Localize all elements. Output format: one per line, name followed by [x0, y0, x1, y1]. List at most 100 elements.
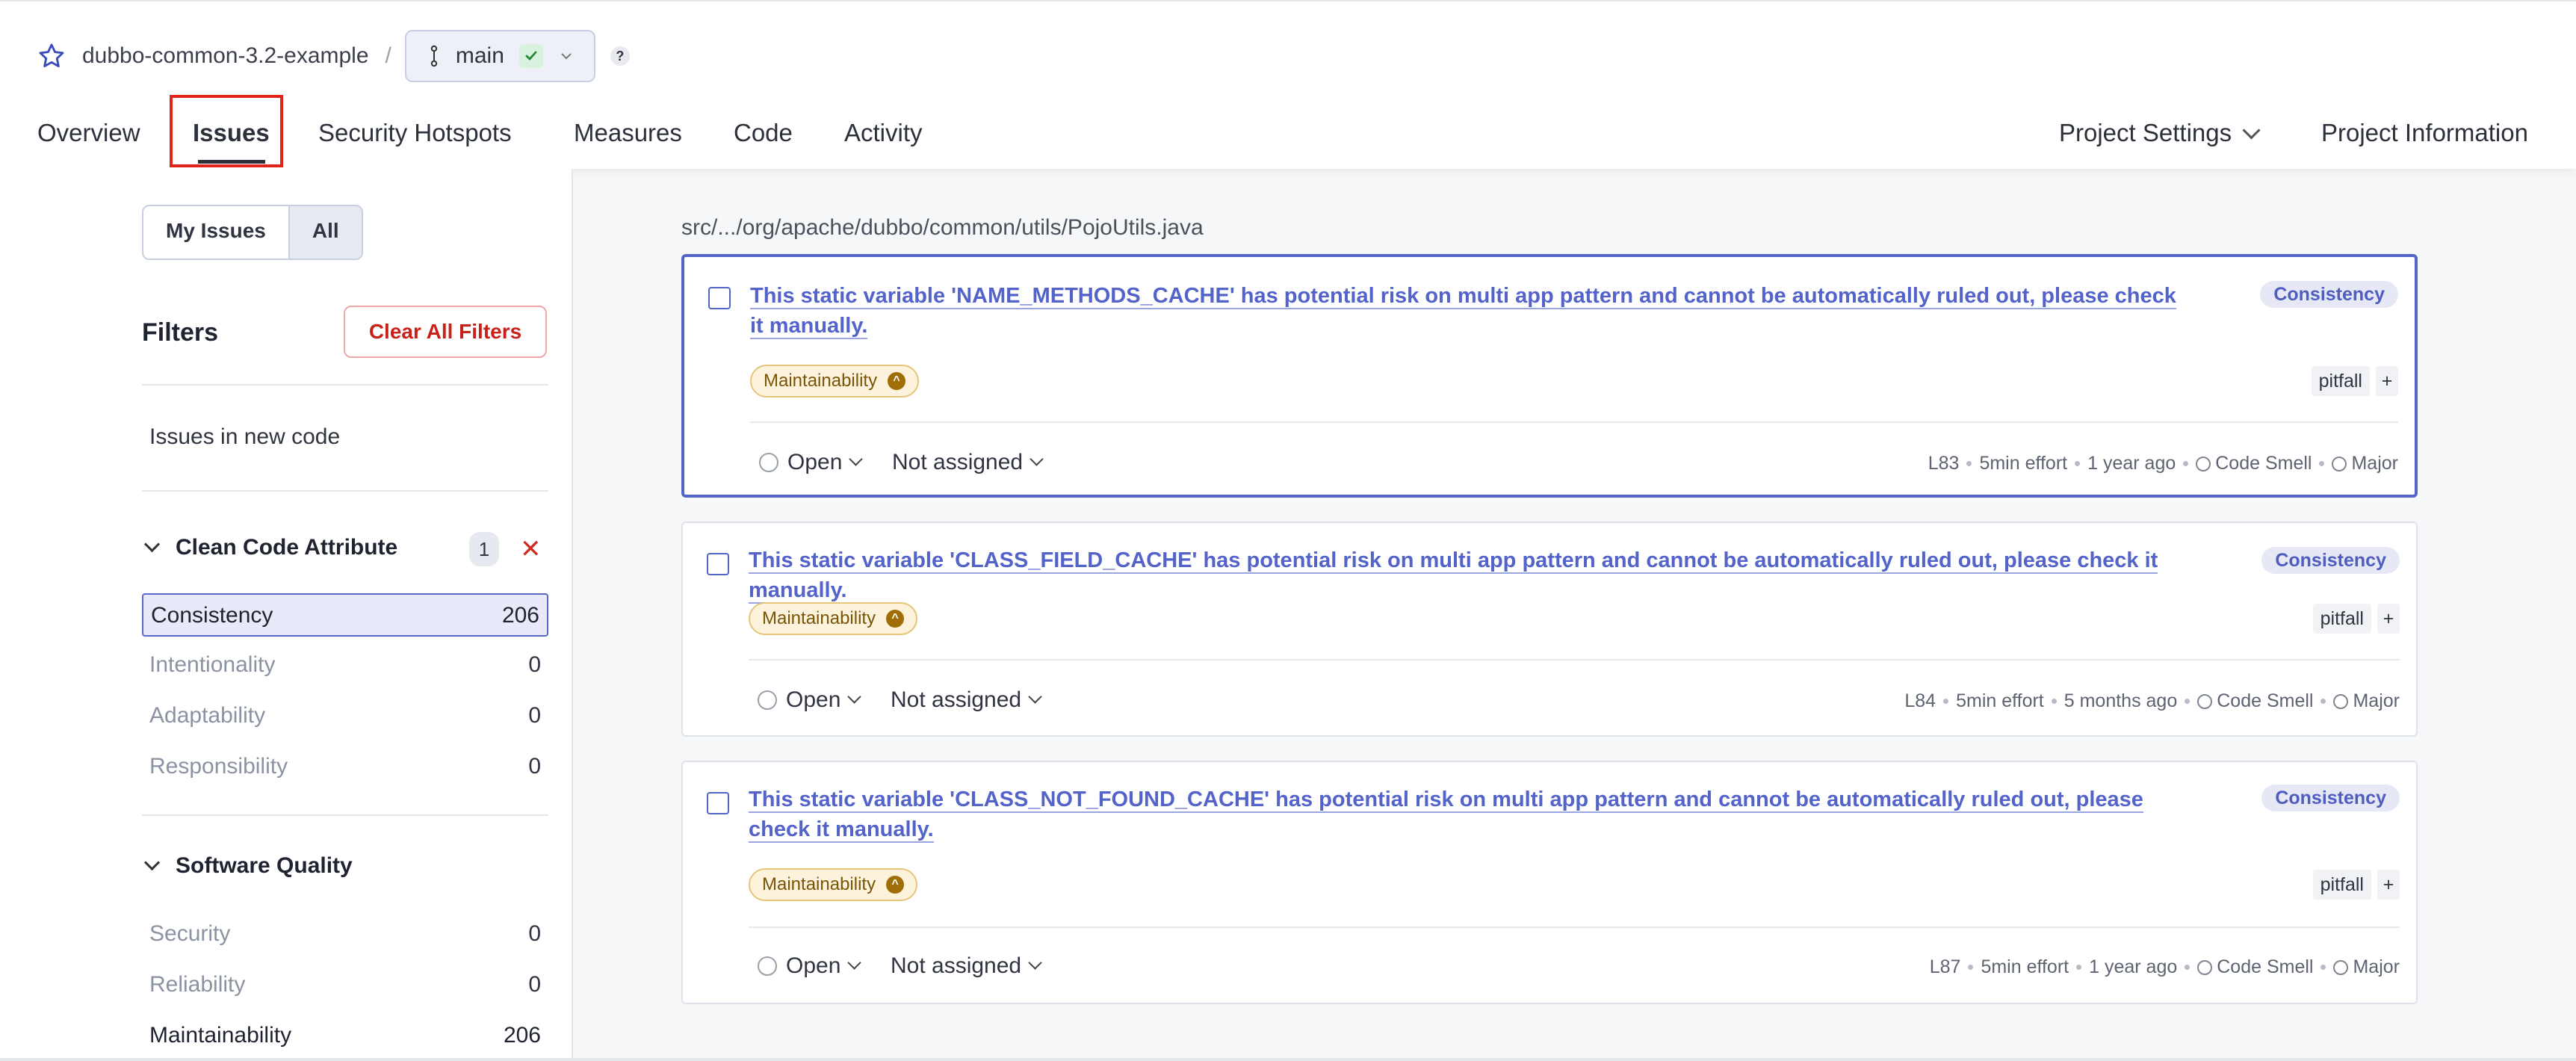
- tab-activity[interactable]: Activity: [844, 111, 923, 155]
- severity-major-icon: ^: [886, 610, 905, 628]
- status-label: Open: [786, 687, 841, 712]
- software-quality-badge[interactable]: Maintainability ^: [750, 365, 920, 398]
- issue-title-text: This static variable 'NAME_METHODS_CACHE…: [750, 284, 2176, 339]
- clean-code-attribute-title: Clean Code Attribute: [176, 535, 398, 560]
- chevron-down-icon: [1028, 955, 1042, 970]
- issue-meta: L83 5min effort 1 year ago Code Smell Ma…: [1928, 453, 2398, 474]
- code-smell-icon: [2196, 456, 2211, 471]
- issue-checkbox[interactable]: [707, 792, 729, 814]
- branch-name: main: [455, 43, 504, 68]
- clean-code-attribute-tag: Consistency: [2261, 785, 2400, 811]
- line-link[interactable]: L83: [1928, 453, 1960, 474]
- issue-title-link[interactable]: This static variable 'CLASS_FIELD_CACHE'…: [749, 545, 2243, 605]
- filter-count: 0: [528, 652, 541, 677]
- filter-count: 206: [501, 603, 539, 628]
- clear-filter-x-icon[interactable]: ✕: [520, 532, 542, 566]
- clear-all-filters-button[interactable]: Clear All Filters: [344, 306, 547, 358]
- major-severity-icon: [2333, 693, 2349, 709]
- status-dropdown[interactable]: Open: [758, 953, 862, 979]
- assignee-label: Not assigned: [891, 953, 1022, 978]
- software-quality-badge[interactable]: Maintainability ^: [749, 602, 918, 635]
- issue-card[interactable]: This static variable 'NAME_METHODS_CACHE…: [681, 254, 2418, 498]
- effort: 5min effort: [1979, 453, 2068, 474]
- issue-type: Code Smell: [2215, 453, 2312, 474]
- filter-item-intentionality[interactable]: Intentionality 0: [142, 644, 548, 687]
- clean-code-attribute-tag: Consistency: [2261, 547, 2400, 574]
- divider: [749, 927, 2400, 928]
- assignee-dropdown[interactable]: Not assigned: [891, 953, 1042, 979]
- quality-label: Maintainability: [762, 874, 876, 894]
- clean-code-attribute-header[interactable]: Clean Code Attribute: [143, 535, 398, 560]
- project-settings-label: Project Settings: [2059, 119, 2232, 146]
- tab-security-hotspots[interactable]: Security Hotspots: [318, 111, 512, 155]
- issue-meta: L87 5min effort 1 year ago Code Smell Ma…: [1930, 956, 2400, 978]
- issue-checkbox[interactable]: [708, 287, 731, 309]
- effort: 5min effort: [1981, 956, 2069, 977]
- filter-item-responsibility[interactable]: Responsibility 0: [142, 746, 548, 789]
- filter-count: 0: [528, 972, 541, 997]
- divider: [749, 659, 2400, 661]
- filter-count: 0: [528, 703, 541, 728]
- chevron-down-icon: [849, 451, 864, 466]
- issue-meta: L84 5min effort 5 months ago Code Smell …: [1904, 690, 2400, 712]
- clean-code-attribute-tag: Consistency: [2260, 281, 2398, 308]
- star-icon[interactable]: [37, 42, 66, 70]
- issue-tag[interactable]: pitfall: [2311, 366, 2370, 396]
- issues-in-new-code-toggle[interactable]: Issues in new code: [149, 424, 340, 450]
- tab-measures[interactable]: Measures: [574, 111, 682, 155]
- assignee-label: Not assigned: [891, 687, 1022, 712]
- add-tag-button[interactable]: +: [2377, 870, 2400, 900]
- software-quality-title: Software Quality: [176, 853, 353, 878]
- quality-label: Maintainability: [762, 608, 876, 628]
- severity-major-icon: ^: [888, 372, 906, 390]
- code-smell-icon: [2197, 959, 2213, 975]
- project-settings-menu[interactable]: Project Settings: [2059, 111, 2261, 155]
- all-issues-button[interactable]: All: [288, 206, 362, 259]
- assignee-dropdown[interactable]: Not assigned: [891, 687, 1042, 713]
- software-quality-badge[interactable]: Maintainability ^: [749, 868, 918, 901]
- issue-checkbox[interactable]: [707, 553, 729, 575]
- issue-card[interactable]: This static variable 'CLASS_FIELD_CACHE'…: [681, 522, 2418, 737]
- project-nav: Overview Issues Security Hotspots Measur…: [0, 99, 2576, 169]
- filter-count: 0: [528, 921, 541, 946]
- file-path[interactable]: src/.../org/apache/dubbo/common/utils/Po…: [681, 215, 1204, 241]
- add-tag-button[interactable]: +: [2377, 604, 2400, 634]
- issue-tag[interactable]: pitfall: [2312, 604, 2371, 634]
- line-link[interactable]: L84: [1904, 690, 1936, 712]
- tab-overview[interactable]: Overview: [37, 111, 140, 155]
- filter-item-consistency[interactable]: Consistency 206: [142, 593, 548, 637]
- status-dropdown[interactable]: Open: [758, 687, 862, 713]
- assignee-dropdown[interactable]: Not assigned: [892, 450, 1044, 475]
- help-icon[interactable]: ?: [610, 46, 630, 66]
- issue-card[interactable]: This static variable 'CLASS_NOT_FOUND_CA…: [681, 761, 2418, 1004]
- filter-item-security[interactable]: Security 0: [142, 913, 548, 956]
- add-tag-button[interactable]: +: [2376, 366, 2398, 396]
- chevron-down-icon: [1028, 689, 1042, 704]
- code-smell-icon: [2197, 693, 2213, 709]
- project-information-link[interactable]: Project Information: [2321, 111, 2528, 155]
- my-issues-button[interactable]: My Issues: [143, 206, 288, 259]
- chevron-down-icon: [1030, 451, 1044, 466]
- issue-tag[interactable]: pitfall: [2312, 870, 2371, 900]
- software-quality-header[interactable]: Software Quality: [143, 853, 353, 879]
- quality-label: Maintainability: [764, 371, 878, 391]
- age: 5 months ago: [2063, 690, 2178, 711]
- branch-selector[interactable]: main: [404, 30, 595, 82]
- chevron-down-icon: [143, 536, 161, 552]
- status-dropdown[interactable]: Open: [759, 450, 864, 475]
- status-open-icon: [758, 690, 777, 710]
- divider: [750, 421, 2398, 423]
- status-label: Open: [786, 953, 841, 978]
- assignee-label: Not assigned: [892, 450, 1024, 474]
- filter-item-adaptability[interactable]: Adaptability 0: [142, 695, 548, 738]
- issue-title-link[interactable]: This static variable 'NAME_METHODS_CACHE…: [750, 281, 2185, 341]
- filter-label: Maintainability: [149, 1023, 292, 1048]
- line-link[interactable]: L87: [1930, 956, 1961, 978]
- issue-title-link[interactable]: This static variable 'CLASS_NOT_FOUND_CA…: [749, 785, 2183, 844]
- severity: Major: [2353, 956, 2400, 977]
- filter-item-maintainability[interactable]: Maintainability 206: [142, 1015, 548, 1058]
- chevron-down-icon: [143, 854, 161, 870]
- tab-code[interactable]: Code: [734, 111, 793, 155]
- filter-item-reliability[interactable]: Reliability 0: [142, 964, 548, 1007]
- project-name[interactable]: dubbo-common-3.2-example: [82, 43, 369, 69]
